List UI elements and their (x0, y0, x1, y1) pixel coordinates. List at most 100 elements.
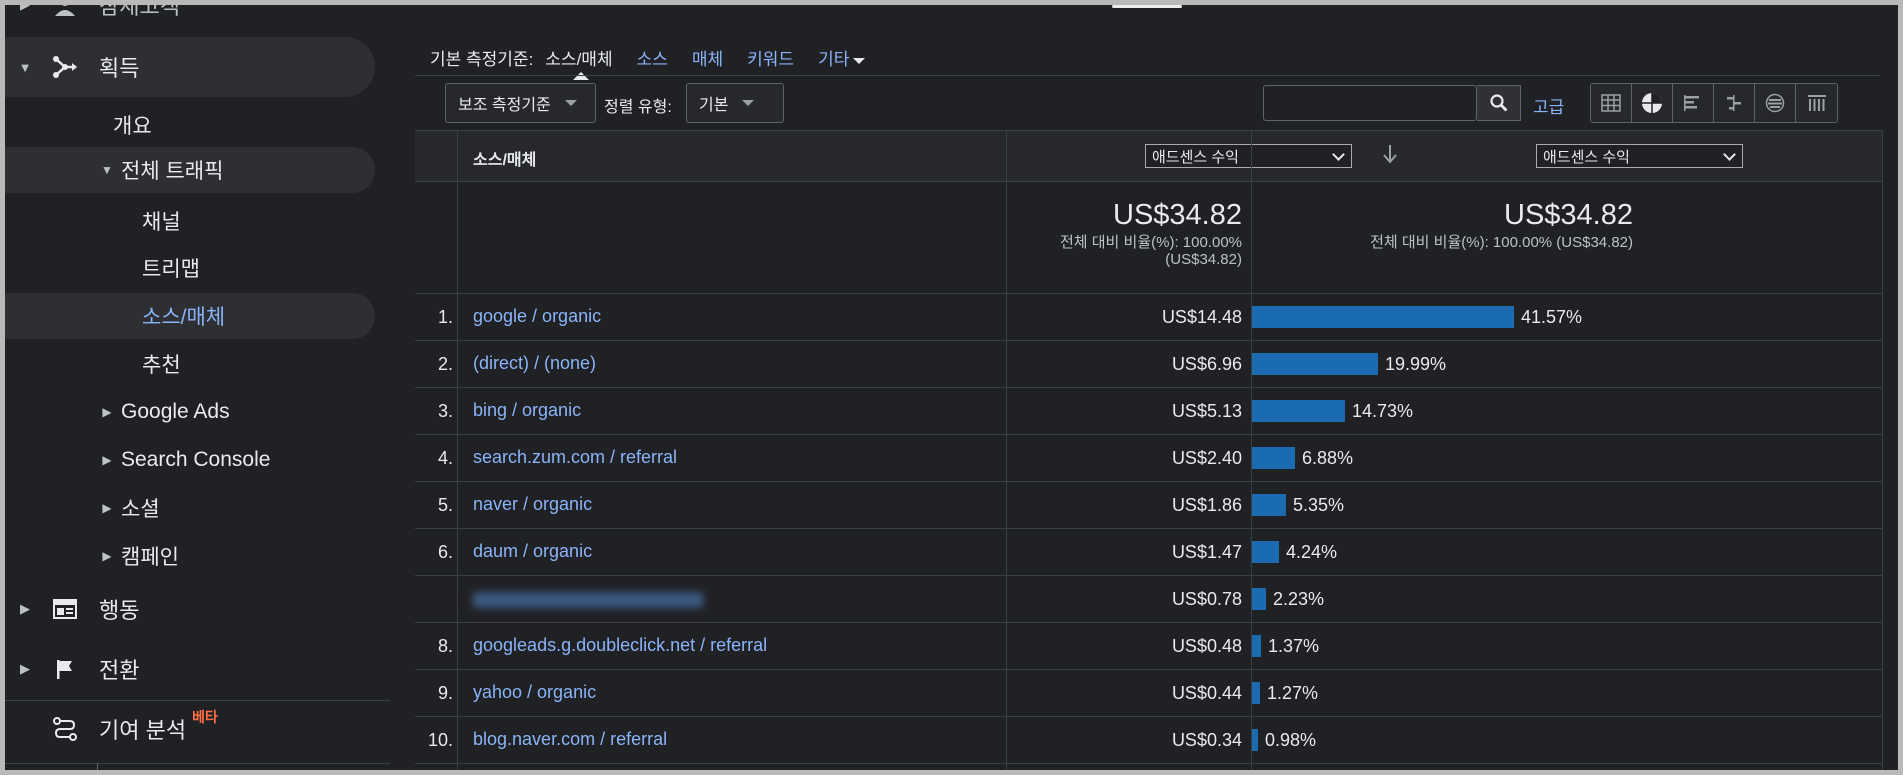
term-cloud-icon[interactable] (1755, 84, 1796, 122)
revenue-value: US$2.40 (1171, 448, 1242, 468)
sidebar-item-label: 개요 (113, 115, 152, 138)
sidebar-item-conversions[interactable]: ▶ 전환 (5, 639, 375, 699)
sidebar-divider (5, 763, 390, 764)
table-header: 소스/매체 애드센스 수익 애드센스 수익 (415, 130, 1883, 182)
revenue-share-percent: 5.35% (1293, 495, 1345, 515)
revenue-value: US$5.13 (1171, 401, 1242, 421)
table-search-input[interactable] (1263, 85, 1477, 121)
row-number: 9. (437, 683, 453, 703)
advanced-filter-link[interactable]: 고급 (1533, 93, 1564, 118)
metric-selector-2[interactable]: 애드센스 수익 (1536, 144, 1743, 168)
sidebar-item-treemap[interactable]: 트리맵 (142, 245, 200, 291)
report-panel: 기본 측정기준: 소스/매체 소스 매체 키워드 기타 보조 측정기준 정렬 유… (415, 5, 1895, 770)
column-divider (457, 130, 458, 770)
attribution-icon (45, 716, 85, 742)
selected-caret-icon (573, 72, 590, 80)
sidebar-item-source-medium[interactable]: 소스/매체 (5, 293, 375, 339)
sort-type-dropdown[interactable]: 기본 (686, 83, 784, 123)
revenue-value: US$0.48 (1171, 636, 1242, 656)
sidebar-item-acquisition[interactable]: ▼ 획득 (5, 37, 375, 97)
sidebar-item-referrals[interactable]: 추천 (142, 341, 181, 387)
metric-selector-1[interactable]: 애드센스 수익 (1145, 144, 1352, 168)
sidebar-item-label: 채널 (142, 211, 181, 234)
sidebar-item-label: 전체 트래픽 (121, 160, 224, 183)
source-medium-link[interactable]: blog.naver.com / referral (473, 729, 667, 750)
sidebar-item-label: Google Ads (121, 400, 230, 423)
revenue-share-percent: 2.23% (1273, 589, 1325, 609)
source-medium-link[interactable]: (direct) / (none) (473, 353, 596, 374)
collapse-icon: ▼ (18, 59, 32, 75)
totals-row: US$34.82 전체 대비 비율(%): 100.00% (US$34.82)… (415, 181, 1883, 294)
sidebar-item-social[interactable]: ▶ 소셜 (97, 485, 159, 531)
row-number: 3. (437, 401, 453, 421)
revenue-share-bar (1252, 541, 1279, 563)
table-view-icon[interactable] (1591, 84, 1632, 122)
revenue-share-percent: 1.27% (1267, 683, 1319, 703)
source-medium-link[interactable]: google / organic (473, 306, 601, 327)
expand-icon: ▶ (102, 405, 112, 419)
sidebar-item-campaigns[interactable]: ▶ 캠페인 (97, 533, 179, 579)
source-medium-link[interactable]: bing / organic (473, 400, 581, 421)
pivot-view-icon[interactable] (1796, 84, 1837, 122)
row-number: 1. (437, 307, 453, 327)
sidebar-item-search-console[interactable]: ▶ Search Console (97, 437, 270, 483)
sidebar-item-google-ads[interactable]: ▶ Google Ads (97, 389, 230, 435)
source-medium-link[interactable]: googleads.g.doubleclick.net / referral (473, 635, 767, 656)
expand-icon: ▶ (20, 661, 30, 676)
revenue-share-percent: 14.73% (1352, 401, 1414, 421)
performance-view-icon[interactable] (1673, 84, 1714, 122)
collapse-icon: ▼ (101, 163, 113, 177)
sort-descending-icon[interactable] (1382, 143, 1398, 165)
sidebar-item-label: 전환 (99, 658, 140, 683)
redacted-source-link[interactable] (473, 592, 703, 608)
dimension-more-dropdown[interactable]: 기타 (818, 45, 865, 70)
source-medium-link[interactable]: naver / organic (473, 494, 592, 515)
sidebar-item-overview[interactable]: 개요 (113, 102, 152, 148)
behavior-icon (45, 599, 85, 619)
sidebar-item-behavior[interactable]: ▶ 행동 (5, 579, 375, 639)
sidebar-item-audience[interactable]: ▶ 잠재고객 (5, 5, 415, 27)
dimension-link-source[interactable]: 소스 (637, 45, 668, 70)
revenue-share-percent: 1.37% (1268, 636, 1320, 656)
column-divider (1882, 130, 1883, 770)
sidebar-item-label: 잠재고객 (99, 5, 180, 19)
dimension-link-keyword[interactable]: 키워드 (747, 45, 794, 70)
table-controls: 보조 측정기준 정렬 유형: 기본 고급 (445, 83, 1875, 127)
table-row: 5. naver / organic US$1.86 5.35% (415, 482, 1883, 529)
expand-icon: ▶ (5, 5, 45, 13)
sidebar-item-label: 트리맵 (142, 258, 200, 281)
revenue-share-bar (1252, 400, 1345, 422)
revenue-share-bar (1252, 447, 1295, 469)
chevron-down-icon (742, 100, 755, 106)
secondary-dimension-dropdown[interactable]: 보조 측정기준 (445, 83, 596, 123)
source-medium-link[interactable]: daum / organic (473, 541, 592, 562)
revenue-value: US$6.96 (1171, 354, 1242, 374)
expand-icon: ▶ (102, 453, 112, 467)
revenue-share-bar (1252, 635, 1261, 657)
table-row: US$0.78 2.23% (415, 576, 1883, 623)
pie-view-icon[interactable] (1632, 84, 1673, 122)
total-share-1-amount: (US$34.82) (1165, 251, 1242, 268)
sidebar-item-all-traffic[interactable]: ▼ 전체 트래픽 (5, 147, 375, 193)
column-header-source-medium[interactable]: 소스/매체 (473, 146, 536, 170)
sidebar-item-channels[interactable]: 채널 (142, 198, 181, 244)
primary-dimension-label: 기본 측정기준: (430, 50, 534, 69)
source-medium-link[interactable]: search.zum.com / referral (473, 447, 677, 468)
sidebar-item-label: 기여 분석 (99, 718, 187, 743)
dimension-link-medium[interactable]: 매체 (692, 45, 723, 70)
sidebar-item-label: 소스/매체 (142, 306, 226, 329)
primary-dimension-bar: 기본 측정기준: 소스/매체 소스 매체 키워드 기타 (430, 45, 889, 80)
column-divider (1006, 130, 1007, 770)
revenue-value: US$0.44 (1171, 683, 1242, 703)
table-row: 8. googleads.g.doubleclick.net / referral… (415, 623, 1883, 670)
comparison-view-icon[interactable] (1714, 84, 1755, 122)
sidebar: ▶ 잠재고객 ▼ 획득 개요 ▼ 전체 트래픽 채널 트리맵 소스/매체 추천 … (5, 5, 415, 770)
flag-icon (45, 658, 85, 680)
source-medium-link[interactable]: yahoo / organic (473, 682, 596, 703)
sidebar-item-label: 추천 (142, 354, 181, 377)
sidebar-item-attribution[interactable]: 기여 분석 베타 (5, 699, 375, 759)
sort-type-label: 정렬 유형: (604, 99, 672, 116)
row-number: 10. (427, 730, 453, 750)
scroll-indicator (1112, 5, 1182, 8)
search-button[interactable] (1477, 85, 1521, 121)
